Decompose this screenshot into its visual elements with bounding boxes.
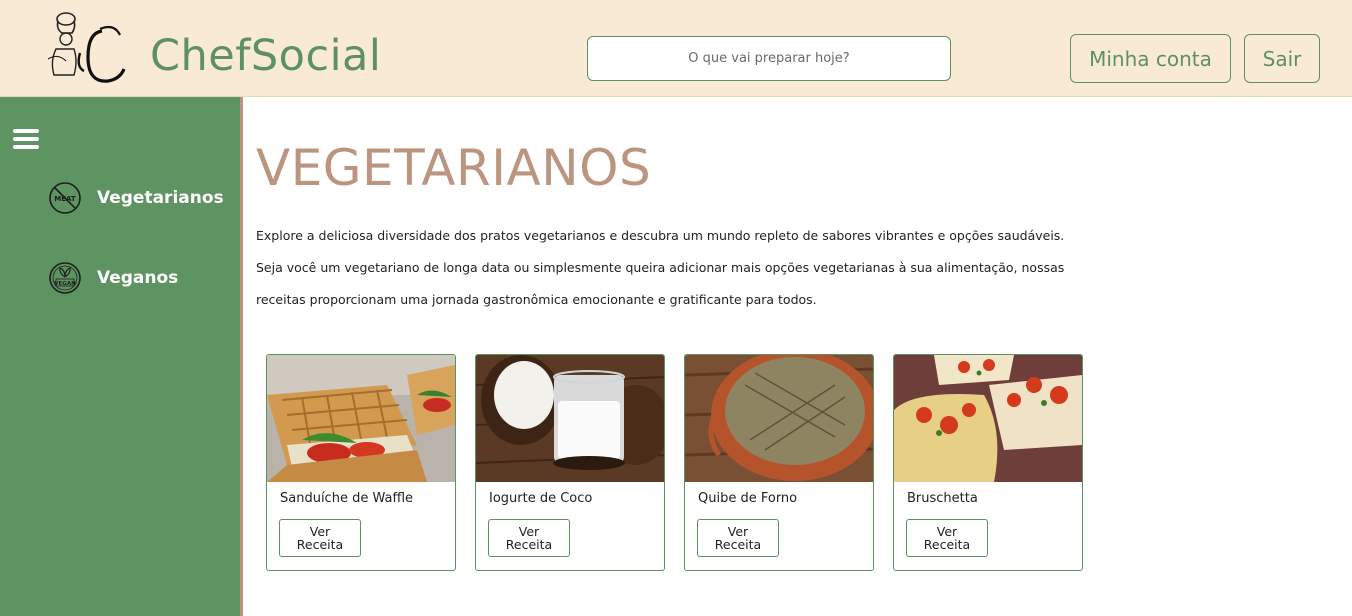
account-button[interactable]: Minha conta: [1070, 34, 1231, 83]
page-title: VEGETARIANOS: [256, 139, 652, 197]
recipe-card: Iogurte de Coco Ver Receita: [475, 354, 665, 571]
recipe-name: Bruschetta: [907, 491, 978, 506]
recipe-card: Sanduíche de Waffle Ver Receita: [266, 354, 456, 571]
svg-text:VEGAN: VEGAN: [54, 281, 76, 287]
brand-name[interactable]: ChefSocial: [150, 30, 381, 82]
coconut-yogurt-image[interactable]: [476, 355, 664, 482]
description-line: receitas proporcionam uma jornada gastro…: [256, 292, 817, 307]
sidebar-item-label: Veganos: [97, 268, 179, 288]
sidebar-item-veganos[interactable]: VEGAN Veganos: [48, 261, 228, 295]
vegan-icon: VEGAN: [49, 262, 81, 294]
sidebar: MEAT Vegetarianos VEGAN Veganos: [0, 97, 240, 616]
sidebar-divider: [240, 97, 243, 616]
view-recipe-button[interactable]: Ver Receita: [279, 519, 361, 557]
bruschetta-image[interactable]: [894, 355, 1082, 482]
chef-logo-icon[interactable]: [44, 9, 128, 87]
view-recipe-button[interactable]: Ver Receita: [488, 519, 570, 557]
recipe-name: Sanduíche de Waffle: [280, 491, 414, 506]
search-input[interactable]: [587, 36, 951, 81]
view-recipe-button[interactable]: Ver Receita: [906, 519, 988, 557]
sidebar-item-vegetarianos[interactable]: MEAT Vegetarianos: [48, 181, 228, 215]
recipe-card: Quibe de Forno Ver Receita: [684, 354, 874, 571]
description-line: Seja você um vegetariano de longa data o…: [256, 260, 1065, 275]
description-line: Explore a deliciosa diversidade dos prat…: [256, 228, 1065, 243]
recipe-name: Iogurte de Coco: [489, 491, 593, 506]
waffle-sandwich-image[interactable]: [267, 355, 455, 482]
no-meat-icon: MEAT: [49, 182, 81, 214]
hamburger-menu-icon[interactable]: [13, 129, 39, 149]
sidebar-item-label: Vegetarianos: [97, 188, 224, 208]
header: ChefSocial Minha conta Sair: [0, 0, 1352, 97]
logout-button[interactable]: Sair: [1244, 34, 1320, 83]
baked-kibbeh-image[interactable]: [685, 355, 873, 482]
view-recipe-button[interactable]: Ver Receita: [697, 519, 779, 557]
recipe-card: Bruschetta Ver Receita: [893, 354, 1083, 571]
recipe-name: Quibe de Forno: [698, 491, 798, 506]
